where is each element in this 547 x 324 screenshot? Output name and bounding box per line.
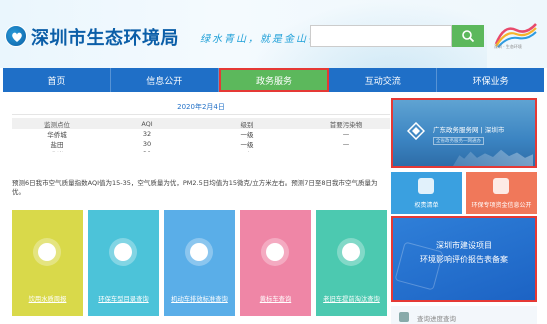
- search-button[interactable]: [452, 25, 484, 47]
- fund-document-icon: [493, 178, 509, 194]
- column-header: 监测点位: [44, 120, 70, 129]
- gov-services-title: 广东政务服务网 | 深圳市: [433, 126, 505, 134]
- city-skyline-graphic: [453, 149, 533, 166]
- tile-label: 老旧车提前淘汰查询: [323, 296, 380, 303]
- tile-emission-standard[interactable]: 机动车排放标准查询: [164, 210, 235, 316]
- document-icon: [418, 178, 434, 194]
- table-row: 盐田 30 一级 —: [12, 139, 390, 149]
- gov-services-subtitle: 全省政务服务一网通办: [433, 137, 484, 145]
- air-quality-panel: 2020年2月4日 监测点位 AQI 级别 首要污染物 华侨城 32 一级 — …: [12, 102, 390, 200]
- column-header: AQI: [141, 119, 153, 128]
- service-tiles: 饮用水质周报 环保车型目录查询 机动车排放标准查询 黄标车查询 老旧车提前淘汰查…: [12, 210, 390, 316]
- site-header: 深圳市生态环境局 绿水青山，就是金山银山 深圳 · 生态环境: [0, 0, 547, 68]
- nav-item-government-services[interactable]: 政务服务: [218, 68, 330, 92]
- table-cell: 盐田: [50, 141, 64, 149]
- table-cell: —: [302, 150, 390, 152]
- site-title[interactable]: 深圳市生态环境局: [31, 24, 179, 50]
- main-nav: 首页 信息公开 政务服务 互动交流 环保业务: [3, 68, 544, 92]
- magnifier-icon: [33, 238, 61, 266]
- search-icon: [462, 30, 475, 43]
- car-catalog-icon: [109, 238, 137, 266]
- tile-label: 环保车型目录查询: [98, 296, 149, 303]
- divider: [12, 114, 390, 115]
- eia-title-line1: 深圳市建设项目: [436, 241, 492, 250]
- table-header-row: 监测点位 AQI 级别 首要污染物: [12, 118, 390, 129]
- old-car-icon: [337, 238, 365, 266]
- nav-item-info-disclosure[interactable]: 信息公开: [111, 68, 219, 92]
- search-input[interactable]: [310, 25, 452, 47]
- table-cell: 一级: [240, 141, 254, 149]
- tile-label: 机动车排放标准查询: [171, 296, 228, 303]
- gov-services-logo-icon: [407, 122, 425, 140]
- tile-yellow-label-vehicle[interactable]: 黄标车查询: [240, 210, 311, 316]
- tile-old-vehicle-retirement[interactable]: 老旧车提前淘汰查询: [316, 210, 387, 316]
- nav-item-interaction[interactable]: 互动交流: [329, 68, 438, 92]
- tile-label: 黄标车查询: [259, 296, 292, 303]
- eia-filing-banner[interactable]: 深圳市建设项目 环境影响评价报告表备案: [391, 216, 537, 302]
- progress-query-card[interactable]: 查询进度查询: [391, 306, 537, 324]
- nav-item-home[interactable]: 首页: [3, 68, 111, 92]
- vehicle-icon: [185, 238, 213, 266]
- table-row: 华侨城 32 一级 —: [12, 129, 390, 139]
- tile-power-responsibility-list[interactable]: 权责清单: [391, 172, 462, 214]
- table-cell: 一级: [240, 131, 254, 139]
- nav-item-environmental-business[interactable]: 环保业务: [437, 68, 544, 92]
- tile-special-fund-disclosure[interactable]: 环保专项资金信息公开: [466, 172, 537, 214]
- aqi-forecast-text: 预测6日我市空气质量指数AQI值为15-35，空气质量为优，PM2.5日均值为1…: [12, 179, 378, 196]
- table-cell: 一级: [192, 149, 302, 152]
- table-cell: —: [342, 130, 350, 138]
- table-cell: 华侨城: [47, 131, 67, 139]
- table-cell: 30: [102, 150, 192, 152]
- tile-label: 饮用水质周报: [28, 296, 67, 303]
- column-header: 首要污染物: [329, 120, 363, 129]
- column-header: 级别: [240, 120, 254, 129]
- tile-label: 环保专项资金信息公开: [471, 202, 532, 209]
- progress-icon: [399, 312, 409, 322]
- progress-label: 查询进度查询: [417, 315, 456, 323]
- table-row: 龙岗 30 一级 —: [12, 149, 390, 152]
- brand-caption: 深圳 · 生态环境: [494, 44, 522, 49]
- guangdong-gov-services-banner[interactable]: 广东政务服务网 | 深圳市 全省政务服务一网通办: [391, 98, 537, 168]
- label-tag-icon: [261, 238, 289, 266]
- aqi-date: 2020年2月4日: [177, 103, 225, 111]
- table-cell: 32: [142, 130, 152, 138]
- tile-drinking-water-report[interactable]: 饮用水质周报: [12, 210, 83, 316]
- aqi-table[interactable]: 监测点位 AQI 级别 首要污染物 华侨城 32 一级 — 盐田 30 一级 —…: [12, 118, 390, 152]
- table-cell: 龙岗: [12, 149, 102, 152]
- table-cell: —: [342, 140, 350, 148]
- eia-title-line2: 环境影响评价报告表备案: [420, 255, 508, 264]
- tile-label: 权责清单: [414, 202, 439, 209]
- bureau-logo-icon[interactable]: [5, 25, 27, 47]
- table-cell: 30: [142, 140, 152, 148]
- tile-eco-vehicle-catalog[interactable]: 环保车型目录查询: [88, 210, 159, 316]
